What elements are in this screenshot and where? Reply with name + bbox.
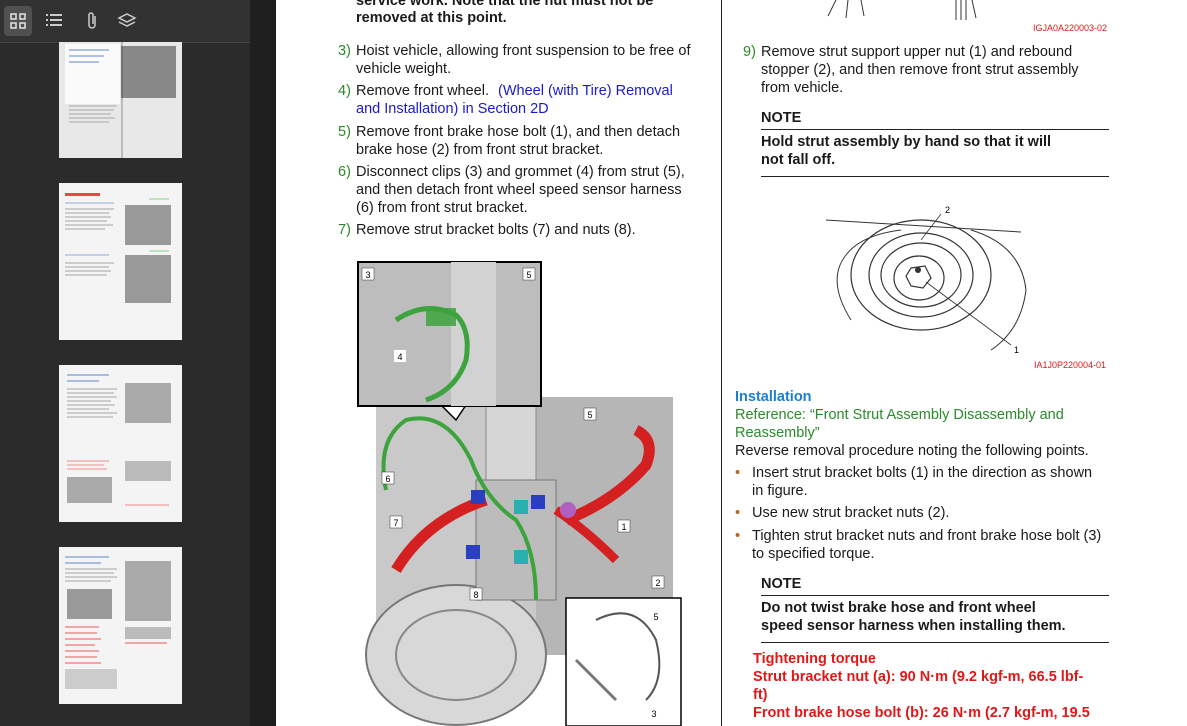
attachment-icon[interactable] xyxy=(78,6,106,36)
strut-removal-illustration: 3 5 4 5 6 7 1 2 8 5 3 xyxy=(357,261,682,726)
bullet-marker: • xyxy=(735,465,741,481)
upper-figure-fragment xyxy=(827,0,977,20)
page-thumbnail-2[interactable] xyxy=(59,183,182,340)
bullet-text: Insert strut bracket bolts (1) in the di… xyxy=(752,465,1093,481)
step-text: (6) from front strut bracket. xyxy=(356,200,528,216)
document-page: service work. Note that the nut must not… xyxy=(276,0,1187,726)
bullet-text: to specified torque. xyxy=(752,546,875,562)
note-text: Do not twist brake hose and front wheel xyxy=(761,600,1036,616)
step-text: Remove strut bracket bolts (7) and nuts … xyxy=(356,222,636,238)
figure-code: IGJA0A220003-02 xyxy=(1033,23,1108,33)
note-rule xyxy=(761,595,1109,596)
step-text: from vehicle. xyxy=(761,80,844,96)
figure-label: 1 xyxy=(621,522,626,532)
figure-label: 6 xyxy=(385,474,390,484)
step-text: Remove front brake hose bolt (1), and th… xyxy=(356,124,681,140)
note-title: NOTE xyxy=(761,110,802,126)
step-number: 3) xyxy=(338,43,351,59)
column-separator xyxy=(721,0,722,726)
panel-divider[interactable] xyxy=(250,0,276,726)
figure-label: 2 xyxy=(655,578,660,588)
reference-text: Reference: “Front Strut Assembly Disasse… xyxy=(735,407,1064,423)
note-text: not fall off. xyxy=(761,152,836,168)
step-text: and then detach front wheel speed sensor… xyxy=(356,182,682,198)
torque-line: ft) xyxy=(753,687,768,703)
bullet-text: Use new strut bracket nuts (2). xyxy=(752,505,950,521)
step-text: Disconnect clips (3) and grommet (4) fro… xyxy=(356,164,685,180)
step-number: 7) xyxy=(338,222,351,238)
section-link[interactable]: and Installation) in Section 2D xyxy=(356,100,549,118)
figure-label: 7 xyxy=(393,518,398,528)
figure-label: 3 xyxy=(651,709,656,719)
note-title: NOTE xyxy=(761,576,802,592)
page-thumbnail-1[interactable] xyxy=(59,42,182,158)
step-number: 5) xyxy=(338,124,351,140)
torque-title: Tightening torque xyxy=(753,651,876,667)
note-text: speed sensor harness when installing the… xyxy=(761,618,1066,634)
step-text: Remove strut support upper nut (1) and r… xyxy=(761,44,1073,60)
thumbnails-icon[interactable] xyxy=(4,6,32,36)
figure-label: 2 xyxy=(945,205,950,215)
step-number: 6) xyxy=(338,164,351,180)
section-link[interactable]: (Wheel (with Tire) Removal xyxy=(498,82,673,100)
reference-text: Reassembly” xyxy=(735,425,820,441)
note-rule xyxy=(761,176,1109,177)
figure-code: IA1J0P220004-01 xyxy=(1034,360,1107,370)
page-thumbnail-4[interactable] xyxy=(59,547,182,704)
figure-label: 3 xyxy=(365,270,370,280)
figure-label: 4 xyxy=(397,352,402,362)
step-text: Hoist vehicle, allowing front suspension… xyxy=(356,43,691,59)
figure-label: 5 xyxy=(653,612,658,622)
figure-label: 5 xyxy=(526,270,531,280)
thumbnail-sidebar xyxy=(0,0,250,726)
page-thumbnail-3[interactable] xyxy=(59,365,182,522)
step-number: 4) xyxy=(338,83,351,99)
bullet-marker: • xyxy=(735,528,741,544)
sidebar-toolbar xyxy=(0,0,250,43)
installation-heading: Installation xyxy=(735,389,812,405)
outline-icon[interactable] xyxy=(40,6,68,36)
note-rule xyxy=(761,642,1109,643)
bullet-marker: • xyxy=(735,505,741,521)
step-text: Remove front wheel. xyxy=(356,83,489,99)
figure-label: 8 xyxy=(473,590,478,600)
strut-top-figure: 2 1 xyxy=(825,205,1027,355)
step-text: brake hose (2) from front strut bracket. xyxy=(356,142,604,158)
reverse-text: Reverse removal procedure noting the fol… xyxy=(735,443,1089,459)
top-bold-text: removed at this point. xyxy=(356,10,507,26)
figure-label: 5 xyxy=(587,410,592,420)
note-text: Hold strut assembly by hand so that it w… xyxy=(761,134,1052,150)
bullet-text: Tighten strut bracket nuts and front bra… xyxy=(752,528,1102,544)
torque-line: Front brake hose bolt (b): 26 N·m (2.7 k… xyxy=(753,705,1090,721)
step-number: 9) xyxy=(743,44,756,60)
torque-line: Strut bracket nut (a): 90 N·m (9.2 kgf-m… xyxy=(753,669,1084,685)
step-text: stopper (2), and then remove front strut… xyxy=(761,62,1079,78)
bullet-text: in figure. xyxy=(752,483,808,499)
step-text: vehicle weight. xyxy=(356,61,452,77)
note-rule xyxy=(761,129,1109,130)
layers-icon[interactable] xyxy=(113,6,141,36)
figure-label: 1 xyxy=(1014,345,1019,355)
